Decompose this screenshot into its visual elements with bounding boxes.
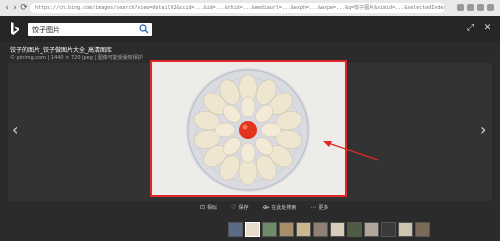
more-button[interactable]: ⋯ 更多 [310,204,328,211]
thumbnail[interactable] [330,222,345,237]
thumbnail[interactable] [381,222,396,237]
image-title[interactable]: 饺子的图片_饺子做图片大全_高清图库 [10,45,112,54]
search-input[interactable]: 饺子图片 [32,25,60,35]
browser-toolbar: ‹ › ⟳ https://cn.bing.com/images/search?… [0,0,500,16]
share-icon: ⟴ [262,204,270,211]
extension-icons [457,3,494,13]
heart-icon: ♡ [231,204,237,211]
thumbnail-strip [228,222,430,237]
search-box[interactable]: 饺子图片 [28,23,152,36]
visual-search-button[interactable]: ⊡ 相似 [200,204,217,211]
thumbnail[interactable] [245,222,260,237]
next-arrow-icon[interactable]: › [480,120,486,139]
search-icon[interactable] [139,24,149,34]
save-label: 保存 [238,205,249,211]
thumbnail[interactable] [279,222,294,237]
address-bar[interactable]: https://cn.bing.com/images/search?view=d… [30,3,445,13]
dumplings-image [152,62,345,195]
thumbnail[interactable] [415,222,430,237]
image-meta: © pinimg.com | 1440 × 720 jpeg | 图像可能受版权… [10,55,143,61]
previous-arrow-icon[interactable]: ‹ [12,120,18,139]
thumbnail[interactable] [262,222,277,237]
thumbnail[interactable] [398,222,413,237]
visual-search-icon: ⊡ [200,204,206,211]
action-bar: ⊡ 相似 ♡ 保存 ⟴ 在此处搜索 ⋯ 更多 [200,204,328,211]
thumbnail[interactable] [296,222,311,237]
extension-icon[interactable] [467,4,474,11]
bing-logo-icon[interactable] [10,22,20,36]
annotation-arrow [323,141,379,161]
reload-icon[interactable]: ⟳ [19,3,29,13]
extension-icon[interactable] [477,4,484,11]
visual-search-label: 相似 [207,205,218,211]
share-label: 在此处搜索 [271,205,297,211]
thumbnail[interactable] [228,222,243,237]
main-image[interactable] [150,60,347,197]
menu-icon[interactable] [487,4,494,11]
share-button[interactable]: ⟴ 在此处搜索 [262,204,296,211]
more-label: 更多 [318,205,329,211]
thumbnail[interactable] [313,222,328,237]
expand-icon[interactable]: ⤢ [466,24,475,33]
close-icon[interactable]: ✕ [483,24,492,33]
more-icon: ⋯ [310,204,317,211]
extension-icon[interactable] [457,4,464,11]
thumbnail[interactable] [364,222,379,237]
viewer-controls: ⤢ ✕ [466,24,492,33]
thumbnail[interactable] [347,222,362,237]
save-button[interactable]: ♡ 保存 [231,204,248,211]
